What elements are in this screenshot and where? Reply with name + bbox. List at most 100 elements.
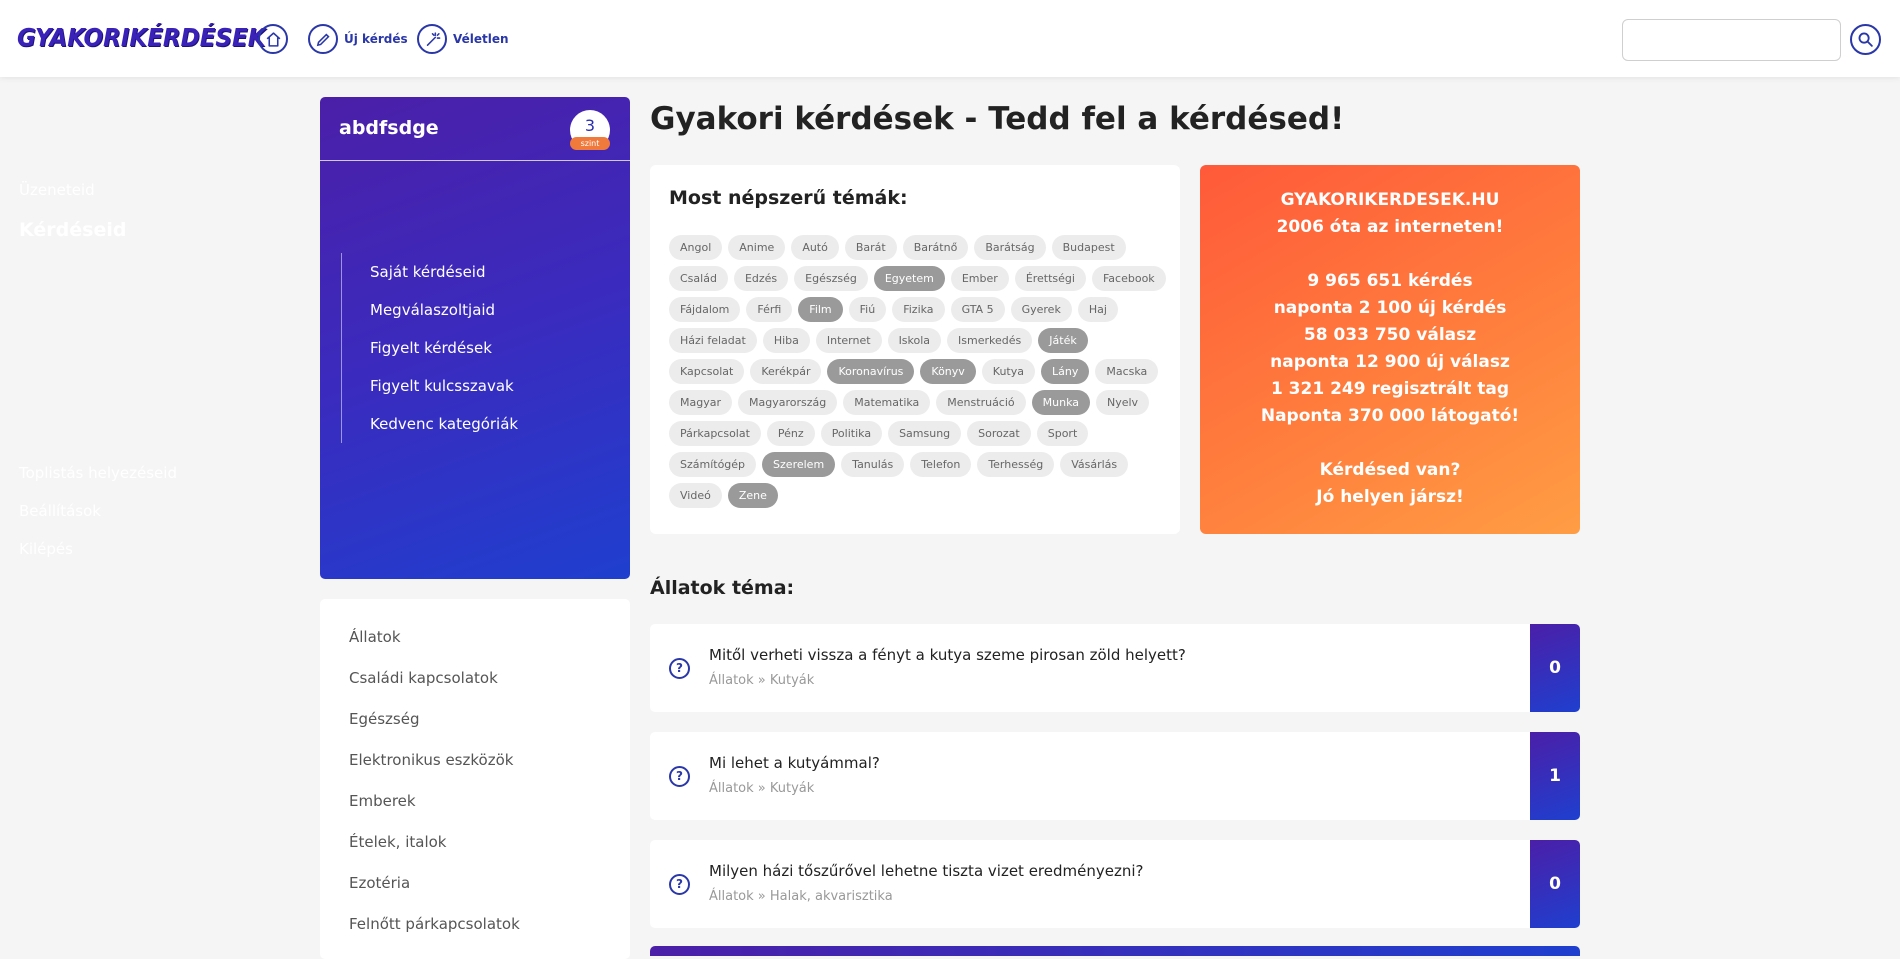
topic-tag[interactable]: Számítógép xyxy=(669,452,757,477)
menu-own-questions[interactable]: Saját kérdéseid xyxy=(370,263,486,281)
topic-tag[interactable]: Nyelv xyxy=(1096,390,1150,415)
menu-logout[interactable]: Kilépés xyxy=(19,540,73,558)
topic-tag[interactable]: Fájdalom xyxy=(669,297,741,322)
topic-tag[interactable]: Koronavírus xyxy=(827,359,915,384)
submenu-divider xyxy=(341,253,342,443)
category-item[interactable]: Egészség xyxy=(349,710,419,728)
topic-tag[interactable]: Sport xyxy=(1036,421,1089,446)
topic-tag[interactable]: Párkapcsolat xyxy=(669,421,761,446)
site-logo[interactable]: GYAKORIKÉRDÉSEK xyxy=(17,23,266,52)
menu-favorite-categories[interactable]: Kedvenc kategóriák xyxy=(370,415,518,433)
topic-tag[interactable]: Szerelem xyxy=(762,452,836,477)
topic-tag[interactable]: Menstruáció xyxy=(936,390,1026,415)
topic-tag[interactable]: Anime xyxy=(728,235,786,260)
topic-tag[interactable]: Egyetem xyxy=(873,266,945,291)
topic-tag[interactable]: Vásárlás xyxy=(1060,452,1129,477)
question-category[interactable]: Állatok » Halak, akvarisztika xyxy=(709,889,893,904)
search-button[interactable] xyxy=(1850,24,1881,55)
new-question-button[interactable]: Új kérdés xyxy=(308,24,408,54)
question-card-partial xyxy=(650,946,1580,956)
question-card[interactable]: ? Mitől verheti vissza a fényt a kutya s… xyxy=(650,624,1580,712)
username[interactable]: abdfsdge xyxy=(339,117,439,139)
topic-tag[interactable]: Internet xyxy=(815,328,882,353)
question-title[interactable]: Mi lehet a kutyámmal? xyxy=(709,754,880,772)
topic-tag[interactable]: Barátnő xyxy=(902,235,969,260)
topic-tag[interactable]: Fiú xyxy=(848,297,887,322)
level-label: szint xyxy=(570,137,610,150)
topic-tag[interactable]: Kutya xyxy=(981,359,1035,384)
topic-tag[interactable]: Film xyxy=(798,297,843,322)
topic-tag[interactable]: Edzés xyxy=(733,266,789,291)
topic-tag[interactable]: Magyar xyxy=(669,390,732,415)
topic-tag[interactable]: Ismerkedés xyxy=(947,328,1033,353)
topic-tag[interactable]: Férfi xyxy=(746,297,793,322)
topic-tag[interactable]: Budapest xyxy=(1051,235,1126,260)
topic-tag[interactable]: Játék xyxy=(1038,328,1088,353)
topic-tag[interactable]: Sorozat xyxy=(967,421,1031,446)
new-question-label: Új kérdés xyxy=(344,32,408,46)
random-button[interactable]: Véletlen xyxy=(417,24,509,54)
menu-answered[interactable]: Megválaszoltjaid xyxy=(370,301,495,319)
menu-followed-questions[interactable]: Figyelt kérdések xyxy=(370,339,492,357)
topic-tag[interactable]: Barátság xyxy=(974,235,1046,260)
category-item[interactable]: Családi kapcsolatok xyxy=(349,669,498,687)
topic-tag[interactable]: GTA 5 xyxy=(950,297,1005,322)
topic-tag[interactable]: Kapcsolat xyxy=(669,359,745,384)
question-card[interactable]: ? Mi lehet a kutyámmal? Állatok » Kutyák… xyxy=(650,732,1580,820)
topic-tag[interactable]: Facebook xyxy=(1091,266,1166,291)
topic-tag[interactable]: Zene xyxy=(727,483,778,508)
topic-tag[interactable]: Haj xyxy=(1077,297,1118,322)
topic-tag[interactable]: Samsung xyxy=(888,421,962,446)
topic-tag[interactable]: Angol xyxy=(669,235,723,260)
topic-tag[interactable]: Érettségi xyxy=(1014,266,1086,291)
topic-tag[interactable]: Barát xyxy=(844,235,897,260)
topic-tag[interactable]: Család xyxy=(669,266,728,291)
user-header: abdfsdge 3 szint xyxy=(320,97,630,161)
site-stats-promo: GYAKORIKERDESEK.HU 2006 óta az internete… xyxy=(1200,165,1580,534)
topic-tag[interactable]: Autó xyxy=(791,235,839,260)
home-button[interactable] xyxy=(258,24,288,54)
question-category[interactable]: Állatok » Kutyák xyxy=(709,673,814,688)
question-title[interactable]: Mitől verheti vissza a fényt a kutya sze… xyxy=(709,646,1186,664)
menu-toplist[interactable]: Toplistás helyezéseid xyxy=(19,464,177,482)
topic-tag[interactable]: Videó xyxy=(669,483,722,508)
question-title[interactable]: Milyen házi tőszűrővel lehetne tiszta vi… xyxy=(709,862,1143,880)
topic-tag[interactable]: Lány xyxy=(1041,359,1090,384)
topic-tag[interactable]: Macska xyxy=(1095,359,1159,384)
search-input[interactable] xyxy=(1622,19,1841,61)
topic-tag[interactable]: Politika xyxy=(820,421,883,446)
category-item[interactable]: Állatok xyxy=(349,628,401,646)
topic-tag[interactable]: Terhesség xyxy=(977,452,1055,477)
topic-tag[interactable]: Gyerek xyxy=(1010,297,1072,322)
question-mark-icon: ? xyxy=(669,658,690,679)
category-item[interactable]: Elektronikus eszközök xyxy=(349,751,513,769)
topic-tag[interactable]: Magyarország xyxy=(738,390,838,415)
topic-tag[interactable]: Tanulás xyxy=(841,452,905,477)
menu-messages[interactable]: Üzeneteid xyxy=(19,181,95,199)
category-item[interactable]: Ezotéria xyxy=(349,874,410,892)
topic-tag[interactable]: Házi feladat xyxy=(669,328,757,353)
category-item[interactable]: Emberek xyxy=(349,792,416,810)
promo-line: naponta 2 100 új kérdés xyxy=(1273,298,1507,318)
promo-line: GYAKORIKERDESEK.HU xyxy=(1280,190,1500,210)
topic-tag[interactable]: Matematika xyxy=(843,390,931,415)
menu-settings[interactable]: Beállítások xyxy=(19,502,101,520)
topic-tag[interactable]: Pénz xyxy=(766,421,815,446)
magic-wand-icon xyxy=(417,24,447,54)
menu-questions[interactable]: Kérdéseid xyxy=(19,219,126,241)
topic-tag[interactable]: Hiba xyxy=(762,328,810,353)
topic-tag[interactable]: Kerékpár xyxy=(750,359,822,384)
question-category[interactable]: Állatok » Kutyák xyxy=(709,781,814,796)
category-item[interactable]: Felnőtt párkapcsolatok xyxy=(349,915,520,933)
topic-tag[interactable]: Telefon xyxy=(910,452,972,477)
topic-tag[interactable]: Könyv xyxy=(920,359,976,384)
answer-count: 1 xyxy=(1530,732,1580,820)
topic-tag[interactable]: Munka xyxy=(1031,390,1090,415)
category-item[interactable]: Ételek, italok xyxy=(349,833,446,851)
topic-tag[interactable]: Iskola xyxy=(887,328,942,353)
topic-tag[interactable]: Fizika xyxy=(892,297,945,322)
menu-followed-keywords[interactable]: Figyelt kulcsszavak xyxy=(370,377,514,395)
topic-tag[interactable]: Ember xyxy=(950,266,1009,291)
question-card[interactable]: ? Milyen házi tőszűrővel lehetne tiszta … xyxy=(650,840,1580,928)
topic-tag[interactable]: Egészség xyxy=(794,266,868,291)
